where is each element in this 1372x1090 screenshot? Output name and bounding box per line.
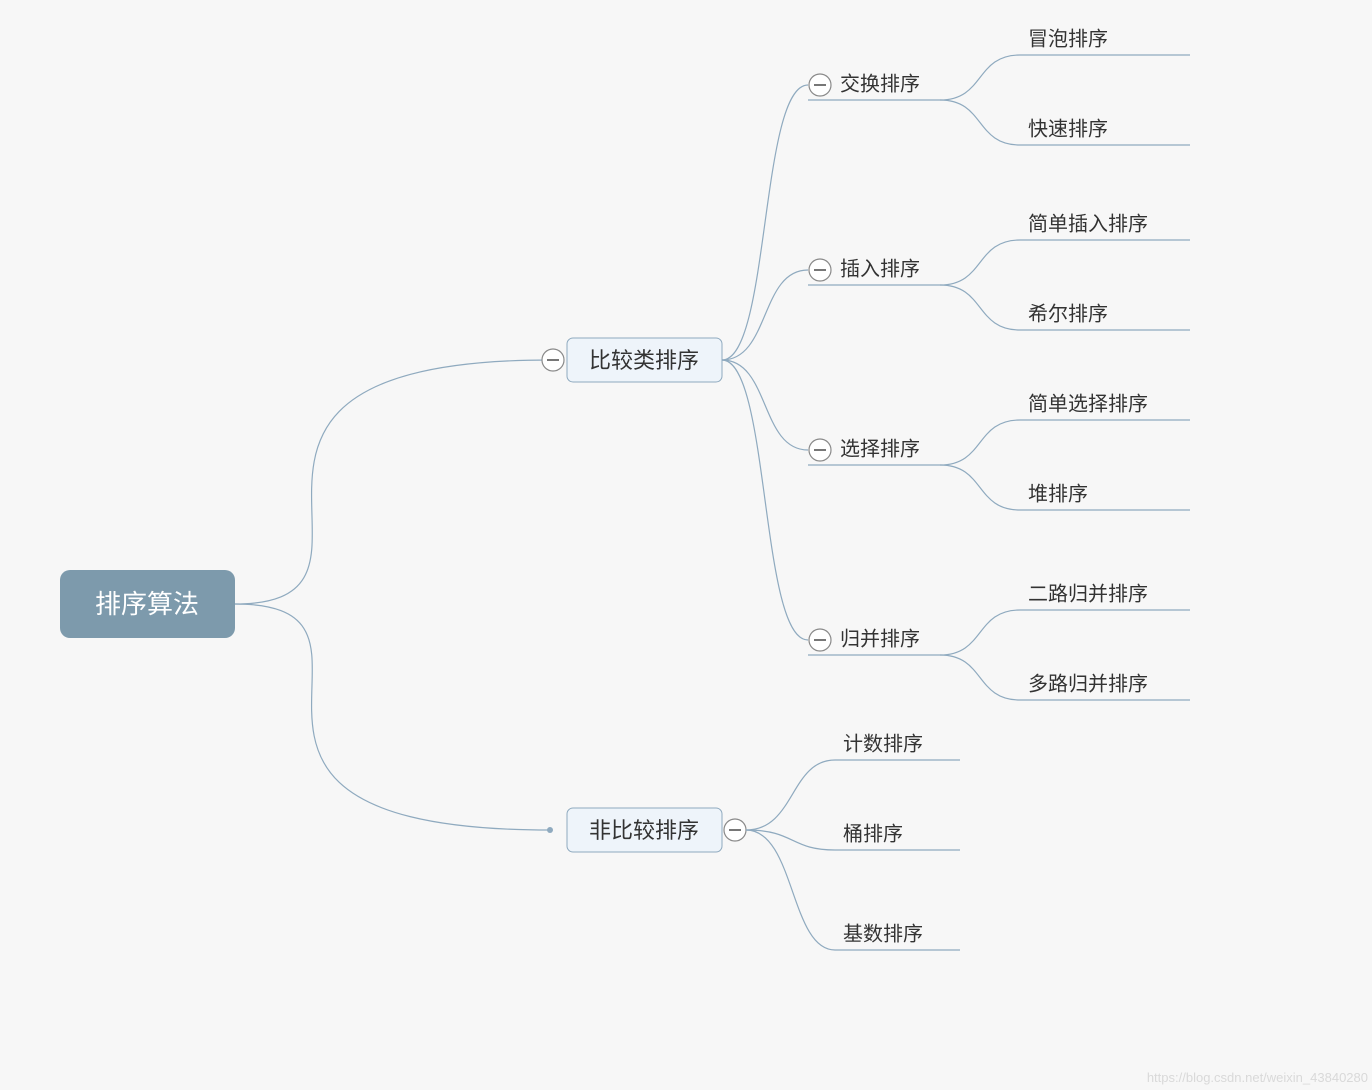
leaf-noncmp-2[interactable]: 基数排序 [843,922,923,945]
category-comparison[interactable]: 比较类排序 [567,338,722,382]
group-insert-label[interactable]: 插入排序 [840,257,920,280]
connector-comparison-swap [722,85,808,360]
leaf-merge-1[interactable]: 多路归并排序 [1028,672,1148,695]
connector-select-leaf1 [940,465,1020,510]
group-swap-label[interactable]: 交换排序 [840,72,920,95]
root-node[interactable]: 排序算法 [60,570,235,638]
connector-noncmp-leaf2 [746,830,835,950]
collapse-toggle-select[interactable] [809,439,831,461]
root-label: 排序算法 [95,589,199,619]
collapse-toggle-swap[interactable] [809,74,831,96]
connector-root-comparison [235,360,550,604]
join-dot-noncomparison [547,827,553,833]
leaf-insert-0[interactable]: 简单插入排序 [1028,212,1148,235]
category-noncomparison-label: 非比较排序 [589,818,699,843]
leaf-select-1[interactable]: 堆排序 [1028,482,1088,505]
category-comparison-label: 比较类排序 [589,348,699,373]
connector-merge-leaf0 [940,610,1020,655]
watermark: https://blog.csdn.net/weixin_43840280 [1147,1070,1368,1085]
category-noncomparison[interactable]: 非比较排序 [567,808,722,852]
leaf-swap-1[interactable]: 快速排序 [1028,117,1108,140]
leaf-insert-1[interactable]: 希尔排序 [1028,302,1108,325]
leaf-noncmp-1[interactable]: 桶排序 [843,822,903,845]
collapse-toggle-comparison[interactable] [542,349,564,371]
connector-comparison-merge [722,360,808,640]
connector-noncmp-leaf0 [746,760,835,830]
connector-swap-leaf1 [940,100,1020,145]
collapse-toggle-merge[interactable] [809,629,831,651]
collapse-toggle-noncomparison[interactable] [724,819,746,841]
connector-root-noncomparison [235,604,550,830]
collapse-toggle-insert[interactable] [809,259,831,281]
connector-select-leaf0 [940,420,1020,465]
leaf-swap-0[interactable]: 冒泡排序 [1028,27,1108,50]
connector-merge-leaf1 [940,655,1020,700]
group-select-label[interactable]: 选择排序 [840,437,920,460]
group-merge-label[interactable]: 归并排序 [840,627,920,650]
connector-comparison-insert [722,270,808,360]
leaf-merge-0[interactable]: 二路归并排序 [1028,582,1148,605]
connector-comparison-select [722,360,808,450]
leaf-noncmp-0[interactable]: 计数排序 [843,732,923,755]
connector-insert-leaf1 [940,285,1020,330]
connector-swap-leaf0 [940,55,1020,100]
leaf-select-0[interactable]: 简单选择排序 [1028,392,1148,415]
connector-insert-leaf0 [940,240,1020,285]
